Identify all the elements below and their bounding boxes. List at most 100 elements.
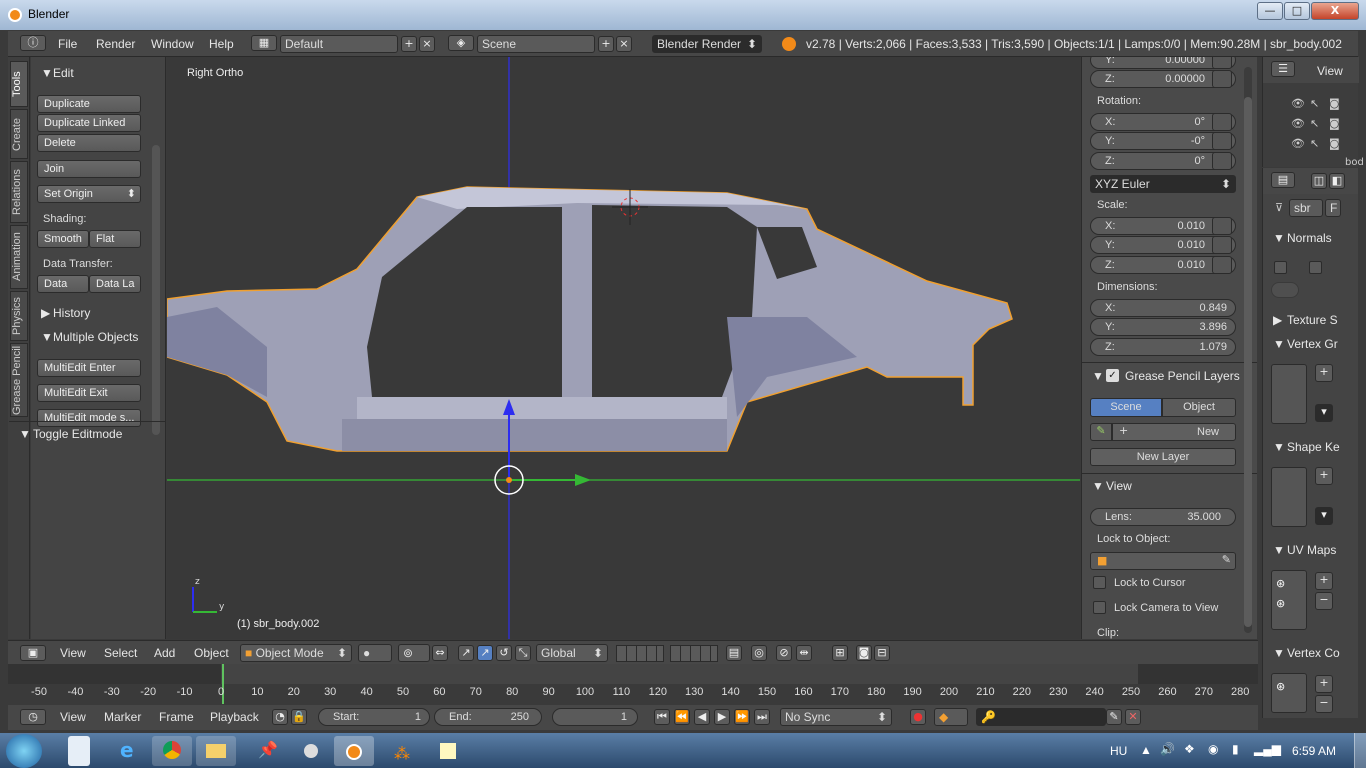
tab-tools[interactable]: Tools <box>10 61 28 107</box>
menu-file[interactable]: File <box>58 37 77 51</box>
scene-tab-icon[interactable]: ◧ <box>1329 173 1345 189</box>
expand-arrow-icon[interactable]: ▼ <box>1273 440 1285 454</box>
expand-arrow-icon[interactable]: ▼ <box>1273 543 1285 557</box>
menu-select[interactable]: Select <box>104 646 137 660</box>
gp-scene-toggle[interactable]: Scene <box>1090 398 1162 417</box>
menu-object[interactable]: Object <box>194 646 229 660</box>
chevron-down-icon[interactable]: ▾ <box>1315 507 1333 525</box>
lens-field[interactable]: Lens: 35.000 <box>1090 508 1236 526</box>
menu-render[interactable]: Render <box>96 37 135 51</box>
chevron-down-icon[interactable]: ▾ <box>1315 404 1333 422</box>
lock-icon[interactable] <box>1212 256 1232 274</box>
plus-icon[interactable]: + <box>1315 467 1333 485</box>
shape-keys-title[interactable]: Shape Ke <box>1287 440 1340 454</box>
opengl-render-icon[interactable]: ⊞ <box>832 645 848 661</box>
dimension-y-field[interactable]: Y: 3.896 <box>1090 318 1236 336</box>
language-indicator[interactable]: HU <box>1110 744 1127 758</box>
angle-field[interactable] <box>1271 282 1299 298</box>
toolshelf-scrollbar[interactable] <box>152 145 160 435</box>
toggle-editmode-title[interactable]: Toggle Editmode <box>33 427 122 441</box>
sync-select[interactable]: No Sync ⬍ <box>780 708 892 726</box>
dropbox-icon[interactable]: ❖ <box>1184 742 1195 756</box>
scale-icon[interactable]: ⤡ <box>515 645 531 661</box>
start-button[interactable] <box>6 734 42 768</box>
set-origin-menu[interactable]: Set Origin ⬍ <box>37 185 141 203</box>
cursor-icon[interactable]: ↖ <box>1310 117 1319 130</box>
jump-end-icon[interactable]: ⏭ <box>754 709 770 725</box>
expand-arrow-icon[interactable]: ▼ <box>19 427 31 441</box>
record-icon[interactable]: ● <box>910 709 926 725</box>
gp-object-toggle[interactable]: Object <box>1162 398 1236 417</box>
camera-icon[interactable]: ◙ <box>1329 97 1340 110</box>
lock-object-field[interactable]: ■ ✎ <box>1090 552 1236 570</box>
minimize-button[interactable]: — <box>1257 2 1283 20</box>
grease-pencil-title[interactable]: Grease Pencil Layers <box>1125 369 1240 383</box>
insert-key-icon[interactable]: ✎ <box>1106 709 1122 725</box>
expand-arrow-icon[interactable]: ▼ <box>41 330 53 344</box>
duplicate-button[interactable]: Duplicate <box>37 95 141 113</box>
layers-grid-left[interactable] <box>616 645 664 662</box>
lock-camera-checkbox[interactable] <box>1093 601 1106 614</box>
view-panel-title[interactable]: View <box>1106 479 1132 493</box>
menu-view[interactable]: View <box>60 646 86 660</box>
camera-icon[interactable]: ◙ <box>1329 137 1340 150</box>
menu-view[interactable]: View <box>60 710 86 724</box>
lock-icon[interactable] <box>1212 113 1232 131</box>
props-editor-icon[interactable]: ▤ <box>1271 172 1295 188</box>
tab-relations[interactable]: Relations <box>10 161 28 223</box>
manipulator-translate-icon[interactable]: ↗ <box>458 645 474 661</box>
layers-grid-right[interactable] <box>670 645 718 662</box>
explorer-icon[interactable] <box>196 736 236 766</box>
smooth-button[interactable]: Smooth <box>37 230 89 248</box>
notes-icon[interactable] <box>428 736 468 766</box>
blender-taskbar-icon[interactable] <box>334 736 374 766</box>
translate-icon[interactable]: ↗ <box>477 645 493 661</box>
cursor-icon[interactable]: ↖ <box>1310 137 1319 150</box>
chrome-icon[interactable] <box>152 736 192 766</box>
autosmooth-checkbox[interactable] <box>1274 261 1287 274</box>
close-button[interactable]: X <box>1311 2 1359 20</box>
minus-icon[interactable]: − <box>1315 592 1333 610</box>
calculator-icon[interactable] <box>68 736 90 766</box>
outliner-view-menu[interactable]: View <box>1317 64 1343 78</box>
double-sided-checkbox[interactable] <box>1309 261 1322 274</box>
expand-arrow-icon[interactable]: ▼ <box>1092 479 1104 493</box>
eyedropper-icon[interactable]: ✎ <box>1222 553 1231 566</box>
expand-arrow-icon[interactable]: ▼ <box>1273 337 1285 351</box>
scene-add-icon[interactable]: + <box>598 36 614 52</box>
uv-maps-title[interactable]: UV Maps <box>1287 543 1336 557</box>
network-icon[interactable]: ▂▄▆ <box>1254 742 1281 756</box>
proportional-edit-icon[interactable]: ◎ <box>751 645 767 661</box>
render-engine-select[interactable]: Blender Render ⬍ <box>652 35 762 53</box>
rotation-mode-select[interactable]: XYZ Euler ⬍ <box>1090 175 1236 193</box>
expand-arrow-icon[interactable]: ▼ <box>41 66 53 80</box>
plus-icon[interactable]: + <box>1315 364 1333 382</box>
vertex-color-list[interactable]: ⊛ <box>1271 673 1307 713</box>
lock-icon[interactable] <box>1212 217 1232 235</box>
keying-set-field[interactable]: 🔑 <box>976 708 1106 726</box>
render-icon[interactable]: ◫ <box>1311 173 1327 189</box>
scene-icon[interactable]: ◈ <box>448 35 474 51</box>
join-button[interactable]: Join <box>37 160 141 178</box>
cursor-icon[interactable]: ↖ <box>1310 97 1319 110</box>
plus-icon[interactable]: + <box>1315 675 1333 693</box>
lock-icon[interactable] <box>1212 236 1232 254</box>
end-frame-field[interactable]: End: 250 <box>434 708 542 726</box>
texture-space-title[interactable]: Texture S <box>1287 313 1338 327</box>
plus-icon[interactable]: + <box>1315 572 1333 590</box>
pin-icon[interactable]: 📌 <box>244 736 284 766</box>
eye-icon[interactable]: 👁 <box>1291 97 1305 110</box>
jump-keyframe-forward-icon[interactable]: ⏩ <box>734 709 750 725</box>
scene-field[interactable]: Scene <box>477 35 595 53</box>
panel-history-title[interactable]: History <box>53 306 90 320</box>
snap-element-icon[interactable]: ⇹ <box>796 645 812 661</box>
up-arrow-icon[interactable]: ▲ <box>1140 743 1152 757</box>
3d-viewport[interactable]: Right Ortho z y (1) sbr_body.002 <box>167 57 1080 639</box>
rotate-icon[interactable]: ↺ <box>496 645 512 661</box>
timeline[interactable]: -50 -40 -30 -20 -10 0 10 20 30 40 50 60 70 80 90 100 110… <box>8 664 1258 704</box>
play-icon[interactable]: ▶ <box>714 709 730 725</box>
app-icon[interactable]: ⁂ <box>382 736 422 766</box>
lock-to-cursor-checkbox[interactable] <box>1093 576 1106 589</box>
vertex-groups-title[interactable]: Vertex Gr <box>1287 337 1338 351</box>
menu-marker[interactable]: Marker <box>104 710 141 724</box>
